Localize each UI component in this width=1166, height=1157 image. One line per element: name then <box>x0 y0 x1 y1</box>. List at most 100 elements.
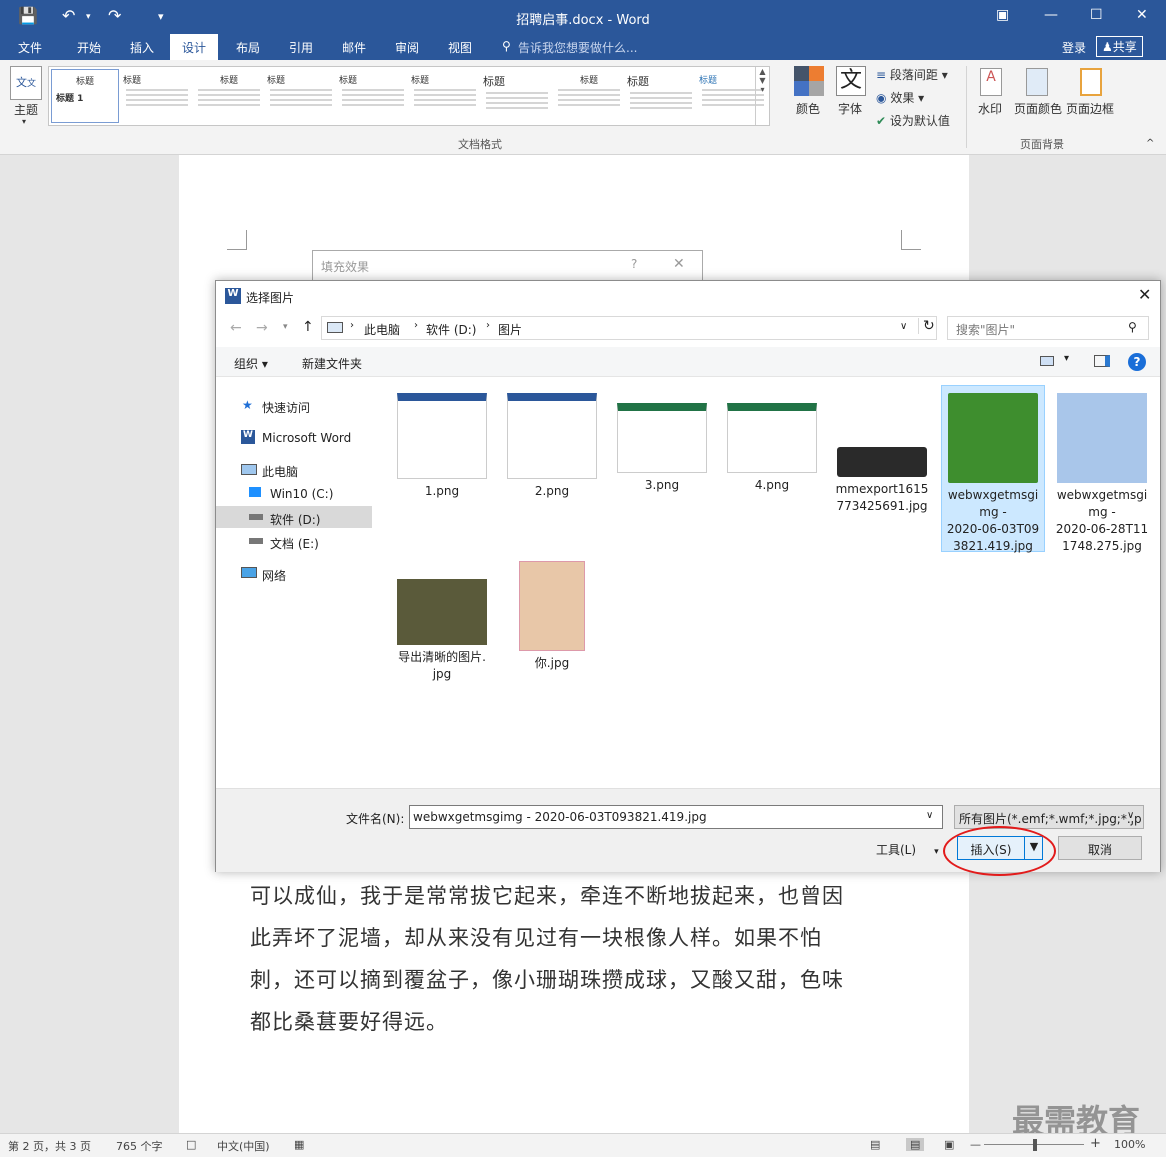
search-icon[interactable]: ⚲ <box>1128 320 1137 334</box>
filename-input[interactable]: webwxgetmsgimg - 2020-06-03T093821.419.j… <box>409 805 943 829</box>
tab-review[interactable]: 审阅 <box>395 39 419 56</box>
style-thumb-3[interactable]: 标题 <box>195 69 263 123</box>
page-border-icon[interactable] <box>1080 68 1102 96</box>
up-arrow-icon[interactable]: ↑ <box>302 319 314 335</box>
filename-dropdown-icon[interactable]: ∨ <box>926 810 933 821</box>
file-item-selected[interactable]: webwxgetmsgi mg - 2020-06-03T09 3821.419… <box>943 393 1043 555</box>
proofing-icon[interactable]: □ <box>186 1138 196 1151</box>
search-box[interactable]: 搜索"图片" ⚲ <box>947 316 1149 340</box>
recent-dropdown-icon[interactable]: ▾ <box>283 322 288 332</box>
fonts-icon[interactable]: 文 <box>836 66 866 96</box>
dialog-close-icon[interactable]: ✕ <box>1138 285 1151 304</box>
file-item[interactable]: 3.png <box>612 393 712 494</box>
macro-icon[interactable]: ▦ <box>294 1138 304 1151</box>
zoom-out-icon[interactable]: — <box>970 1138 981 1151</box>
web-layout-icon[interactable]: ▣ <box>944 1138 954 1151</box>
doc-paragraph-line[interactable]: 刺，还可以摘到覆盆子，像小珊瑚珠攒成球，又酸又甜，色味 <box>250 964 844 994</box>
nav-drive-d[interactable]: 软件 (D:) <box>270 511 320 528</box>
organize-button[interactable]: 组织 ▾ <box>234 355 268 372</box>
breadcrumb-pictures[interactable]: 图片 <box>498 321 522 338</box>
refresh-icon[interactable]: ↻ <box>918 318 935 334</box>
paragraph-spacing-button[interactable]: ≡ 段落间距 ▾ <box>876 66 948 83</box>
style-thumb-5[interactable]: 标题 <box>339 69 407 123</box>
nav-microsoft-word[interactable]: Microsoft Word <box>262 431 351 445</box>
theme-label[interactable]: 主题 <box>14 101 38 118</box>
effects-button[interactable]: ◉ 效果 ▾ <box>876 89 924 106</box>
nav-drive-e[interactable]: 文档 (E:) <box>270 535 319 552</box>
style-thumb-7[interactable]: 标题 <box>483 69 551 123</box>
doc-paragraph-line[interactable]: 此弄坏了泥墙，却从来没有见过有一块根像人样。如果不怕 <box>250 922 822 952</box>
file-item[interactable]: mmexport1615 773425691.jpg <box>832 393 932 515</box>
language[interactable]: 中文(中国) <box>217 1138 270 1154</box>
nav-drive-c[interactable]: Win10 (C:) <box>270 487 333 501</box>
filetype-dropdown-icon[interactable]: ∨ <box>1127 810 1135 821</box>
word-count[interactable]: 765 个字 <box>116 1138 163 1154</box>
collapse-ribbon-icon[interactable]: ^ <box>1146 138 1154 149</box>
nav-network[interactable]: 网络 <box>262 567 286 584</box>
search-input[interactable]: 搜索"图片" <box>956 321 1015 338</box>
page-color-icon[interactable] <box>1026 68 1048 96</box>
address-bar[interactable]: › 此电脑 › 软件 (D:) › 图片 ∨ ↻ <box>321 316 937 340</box>
file-item[interactable]: 导出清晰的图片. jpg <box>392 569 492 683</box>
style-thumb-9[interactable]: 标题 <box>627 69 695 123</box>
colors-label[interactable]: 颜色 <box>796 100 820 117</box>
set-default-button[interactable]: ✔ 设为默认值 <box>876 112 950 129</box>
style-thumb-6[interactable]: 标题 <box>411 69 479 123</box>
close-icon[interactable]: ✕ <box>1136 7 1148 23</box>
help-icon[interactable]: ? <box>1128 353 1146 371</box>
share-button[interactable]: ♟共享 <box>1096 36 1143 57</box>
preview-pane-icon[interactable] <box>1094 355 1110 367</box>
tab-layout[interactable]: 布局 <box>236 39 260 56</box>
zoom-in-icon[interactable]: + <box>1090 1136 1101 1151</box>
view-dropdown-icon[interactable]: ▾ <box>1064 353 1069 364</box>
file-item[interactable]: webwxgetmsgi mg - 2020-06-28T11 1748.275… <box>1052 393 1152 555</box>
style-thumb-2[interactable]: 标题 <box>123 69 191 123</box>
forward-arrow-icon[interactable]: → <box>256 320 268 336</box>
style-thumb-8[interactable]: 标题 <box>555 69 623 123</box>
fill-help-icon[interactable]: ? <box>631 257 637 271</box>
print-layout-icon[interactable]: ▤ <box>906 1138 925 1151</box>
zoom-thumb[interactable] <box>1033 1139 1037 1151</box>
tab-home[interactable]: 开始 <box>77 39 101 56</box>
file-item[interactable]: 1.png <box>392 393 492 500</box>
tab-file[interactable]: 文件 <box>18 39 42 56</box>
nav-this-pc[interactable]: 此电脑 <box>262 463 298 480</box>
new-folder-button[interactable]: 新建文件夹 <box>302 355 362 372</box>
theme-dropdown-icon[interactable]: ▾ <box>22 117 26 126</box>
maximize-icon[interactable]: ☐ <box>1090 7 1103 23</box>
tab-references[interactable]: 引用 <box>289 39 313 56</box>
file-item[interactable]: 你.jpg <box>502 561 602 672</box>
address-dropdown-icon[interactable]: ∨ <box>900 321 907 332</box>
theme-icon[interactable]: 文文 <box>10 66 42 100</box>
gallery-scroll[interactable]: ▲ ▼ ▾ <box>755 67 769 125</box>
style-thumb-4[interactable]: 标题 <box>267 69 335 123</box>
page-count[interactable]: 第 2 页，共 3 页 <box>8 1138 91 1154</box>
page-borders-label[interactable]: 页面边框 <box>1066 100 1114 117</box>
doc-paragraph-line[interactable]: 都比桑葚要好得远。 <box>250 1006 448 1036</box>
tell-me-search[interactable]: 告诉我您想要做什么... <box>518 39 637 56</box>
tab-view[interactable]: 视图 <box>448 39 472 56</box>
cancel-button[interactable]: 取消 <box>1058 836 1142 860</box>
tab-insert[interactable]: 插入 <box>130 39 154 56</box>
fonts-label[interactable]: 字体 <box>838 100 862 117</box>
watermark-label[interactable]: 水印 <box>978 100 1002 117</box>
minimize-icon[interactable]: — <box>1044 7 1058 23</box>
style-thumb-1[interactable]: 标题 标题 1 <box>51 69 119 123</box>
colors-icon[interactable] <box>794 66 824 96</box>
page-color-label[interactable]: 页面颜色 <box>1014 100 1062 117</box>
read-mode-icon[interactable]: ▤ <box>870 1138 880 1151</box>
login-link[interactable]: 登录 <box>1062 39 1086 56</box>
tab-mailings[interactable]: 邮件 <box>342 39 366 56</box>
breadcrumb-drive-d[interactable]: 软件 (D:) <box>426 321 476 338</box>
fill-close-icon[interactable]: ✕ <box>673 256 685 272</box>
breadcrumb-this-pc[interactable]: 此电脑 <box>364 321 400 338</box>
zoom-level[interactable]: 100% <box>1114 1138 1145 1151</box>
filetype-select[interactable]: 所有图片(*.emf;*.wmf;*.jpg;*.jp ∨ <box>954 805 1144 829</box>
tab-design[interactable]: 设计 <box>170 34 219 60</box>
back-arrow-icon[interactable]: ← <box>230 320 242 336</box>
file-item[interactable]: 2.png <box>502 393 602 500</box>
view-options-icon[interactable] <box>1040 356 1054 366</box>
file-item[interactable]: 4.png <box>722 393 822 494</box>
doc-paragraph-line[interactable]: 可以成仙，我于是常常拔它起来，牵连不断地拔起来，也曾因 <box>250 880 844 910</box>
ribbon-display-icon[interactable]: ▣ <box>996 7 1009 23</box>
